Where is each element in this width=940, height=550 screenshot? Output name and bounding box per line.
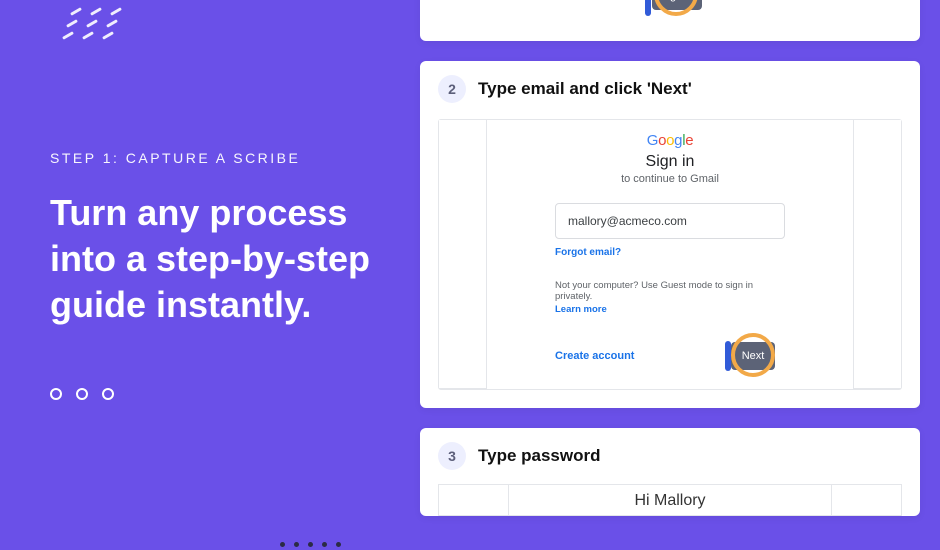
signin-subtitle: to continue to Gmail <box>515 173 825 185</box>
guest-mode-text: Not your computer? Use Guest mode to sig… <box>555 280 785 302</box>
steps-column: Password: Click Sign in below to set you… <box>420 0 940 550</box>
next-button-label: Next <box>742 350 765 362</box>
hero-text: Turn any process into a step-by-step gui… <box>50 190 390 328</box>
highlight-bar <box>645 0 651 16</box>
step-card-3: 3 Type password Hi Mallory <box>420 428 920 516</box>
carousel-dot[interactable] <box>50 388 62 400</box>
email-field[interactable]: mallory@acmeco.com <box>555 203 785 239</box>
logo-letter: o <box>666 132 674 149</box>
mock-border-right <box>831 485 901 515</box>
step-header: 2 Type email and click 'Next' <box>438 75 902 103</box>
step-title: Type password <box>478 446 601 466</box>
step-card-1: Password: Click Sign in below to set you… <box>420 0 920 41</box>
signin-button[interactable]: Sign in <box>652 0 702 10</box>
step-label: STEP 1: CAPTURE A SCRIBE <box>50 150 390 166</box>
email-value: mallory@acmeco.com <box>568 214 687 228</box>
page-root: STEP 1: CAPTURE A SCRIBE Turn any proces… <box>0 0 940 550</box>
step-number-badge: 2 <box>438 75 466 103</box>
logo-letter: g <box>674 132 682 149</box>
next-button[interactable]: Next <box>731 342 775 370</box>
logo-letter: G <box>647 132 658 149</box>
learn-more-link[interactable]: Learn more <box>555 304 785 315</box>
logo-letter: e <box>685 132 693 149</box>
hero-column: STEP 1: CAPTURE A SCRIBE Turn any proces… <box>0 0 420 550</box>
mock-border-left <box>439 485 509 515</box>
google-logo: Google <box>515 132 825 149</box>
greeting-row: Hi Mallory <box>438 484 902 516</box>
step-number-badge: 3 <box>438 442 466 470</box>
signin-heading: Sign in <box>515 153 825 171</box>
create-account-link[interactable]: Create account <box>555 350 634 362</box>
carousel-dot[interactable] <box>102 388 114 400</box>
google-signin-mock: Google Sign in to continue to Gmail mall… <box>438 119 902 390</box>
mock-border-right <box>853 120 901 389</box>
step-header: 3 Type password <box>438 442 902 470</box>
carousel-dots <box>50 388 390 400</box>
step-title: Type email and click 'Next' <box>478 79 692 99</box>
carousel-dot[interactable] <box>76 388 88 400</box>
greeting-text: Hi Mallory <box>509 485 831 515</box>
mock-border-left <box>439 120 487 389</box>
signin-button-label: Sign in <box>660 0 694 2</box>
signin-bottom-row: Create account Next <box>555 341 785 371</box>
logo-letter: o <box>658 132 666 149</box>
step-card-2: 2 Type email and click 'Next' Google Sig… <box>420 61 920 408</box>
forgot-email-link[interactable]: Forgot email? <box>555 247 785 258</box>
